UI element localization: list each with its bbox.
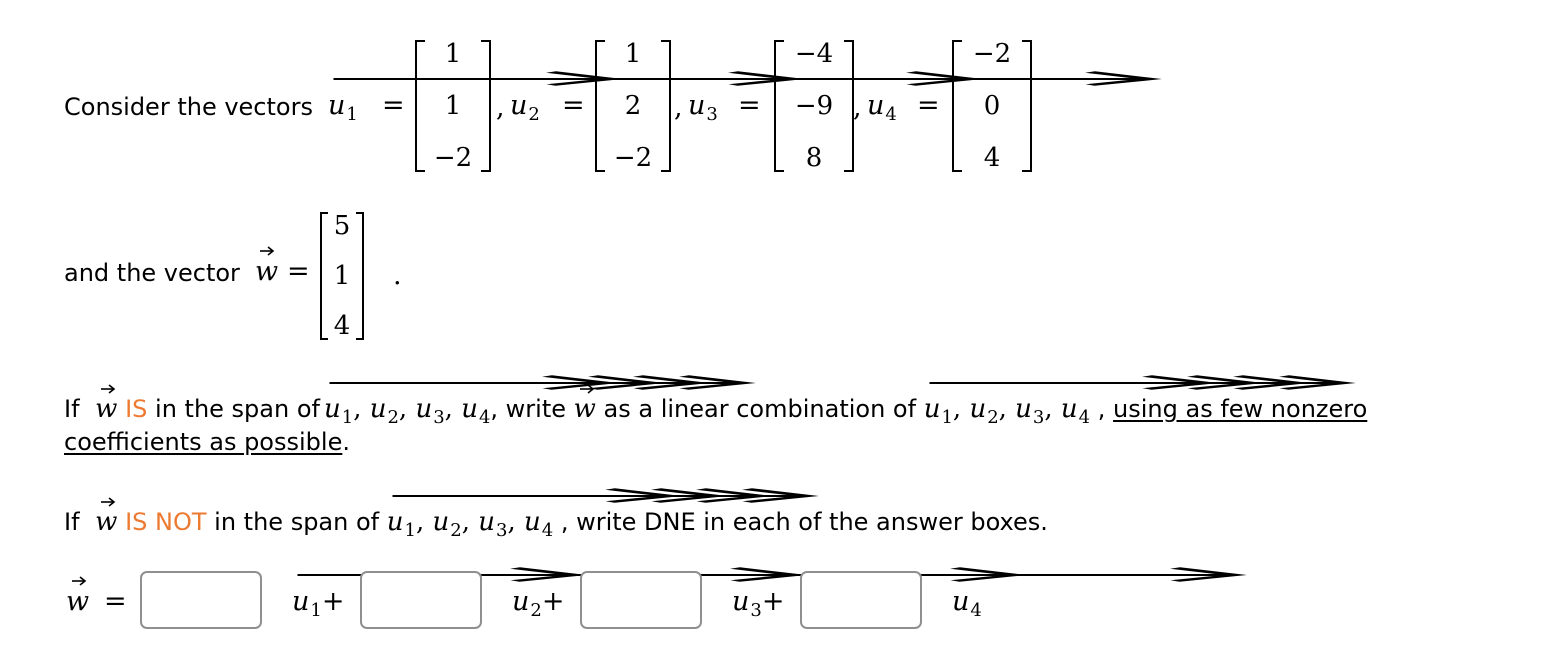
u2-matrix: 1 2 −2 (595, 40, 671, 172)
u4-matrix: −2 0 4 (952, 40, 1032, 172)
matrix-entry: 1 (333, 261, 351, 291)
u1-term: u1+ (292, 586, 345, 621)
u-vector-list: u1, u2, u3, u4 (387, 507, 553, 541)
vector-arrow-icon (100, 495, 116, 507)
vector-arrow-icon (71, 574, 87, 586)
instruction-line-3: If w IS NOT in the span of u1, u2, u3, u… (64, 507, 1048, 541)
right-bracket (481, 40, 491, 172)
matrix-entry: −2 (433, 143, 473, 173)
right-bracket (1022, 40, 1032, 172)
matrix-entry: 1 (624, 39, 642, 69)
equals-sign: = (562, 90, 585, 121)
plus-sign: + (761, 586, 785, 617)
u2-label: u2 (510, 90, 540, 125)
intro-and-text: and the vector (64, 259, 240, 287)
left-bracket (774, 40, 784, 172)
left-bracket (952, 40, 962, 172)
u1-label: u1 (328, 90, 358, 125)
matrix-entry: 4 (983, 143, 1001, 173)
matrix-entry: 8 (805, 143, 823, 173)
matrix-entry: 1 (444, 39, 462, 69)
intro-consider-text: Consider the vectors (64, 93, 313, 121)
w-answer-label: w (66, 586, 89, 617)
right-bracket (356, 212, 364, 340)
coefficient-input-u2[interactable] (360, 571, 482, 629)
vector-arrow-icon (100, 382, 116, 394)
plus-sign: + (321, 586, 345, 617)
coefficient-input-u4[interactable] (800, 571, 922, 629)
equals-sign: = (287, 256, 310, 287)
w-label: w (255, 256, 278, 287)
w-symbol: w (574, 394, 596, 424)
left-bracket (320, 212, 328, 340)
emphasis-underlined: coefficients as possible (64, 428, 343, 456)
comma: , (496, 92, 505, 123)
w-symbol: w (95, 394, 117, 424)
equals-sign: = (738, 90, 761, 121)
equals-sign: = (917, 90, 940, 121)
u1-matrix: 1 1 −2 (415, 40, 491, 172)
left-bracket (595, 40, 605, 172)
matrix-entry: −4 (794, 39, 834, 69)
vector-arrow-icon (950, 566, 1250, 582)
is-not-highlight: IS NOT (125, 508, 207, 536)
left-bracket (415, 40, 425, 172)
comma: , (853, 92, 862, 123)
matrix-entry: 5 (333, 211, 351, 241)
is-highlight: IS (125, 395, 148, 423)
u4-term: u4 (952, 586, 982, 621)
coefficient-input-u1[interactable] (140, 571, 262, 629)
w-matrix: 5 1 4 (320, 212, 364, 340)
matrix-entry: −9 (794, 91, 834, 121)
u-vector-list: u1, u2, u3, u4 (320, 394, 490, 428)
emphasis-underlined: using as few nonzero (1113, 395, 1368, 423)
equals-sign: = (382, 90, 405, 121)
matrix-entry: 1 (444, 91, 462, 121)
matrix-entry: 4 (333, 311, 351, 341)
u-vector-list: u1, u2, u3, u4 (924, 394, 1090, 428)
right-bracket (661, 40, 671, 172)
u4-label: u4 (867, 90, 897, 125)
vector-arrow-icon (579, 382, 595, 394)
equals-sign: = (104, 586, 127, 617)
coefficient-input-u3[interactable] (580, 571, 702, 629)
instruction-line-1: If w IS in the span of u1, u2, u3, u4, wr… (64, 394, 1368, 428)
matrix-entry: 2 (624, 91, 642, 121)
vector-arrow-icon (459, 374, 759, 390)
u3-label: u3 (688, 90, 718, 125)
matrix-entry: 0 (983, 91, 1001, 121)
period: . (393, 260, 402, 291)
vector-arrow-icon (522, 487, 822, 503)
vector-arrow-icon (259, 244, 275, 256)
vector-arrow-icon (1059, 374, 1359, 390)
matrix-entry: −2 (972, 39, 1012, 69)
comma: , (674, 92, 683, 123)
u3-term: u3+ (732, 586, 785, 621)
plus-sign: + (541, 586, 565, 617)
instruction-line-2: coefficients as possible. (64, 428, 350, 456)
w-symbol: w (95, 507, 117, 537)
u2-term: u2+ (512, 586, 565, 621)
matrix-entry: −2 (613, 143, 653, 173)
u3-matrix: −4 −9 8 (774, 40, 854, 172)
